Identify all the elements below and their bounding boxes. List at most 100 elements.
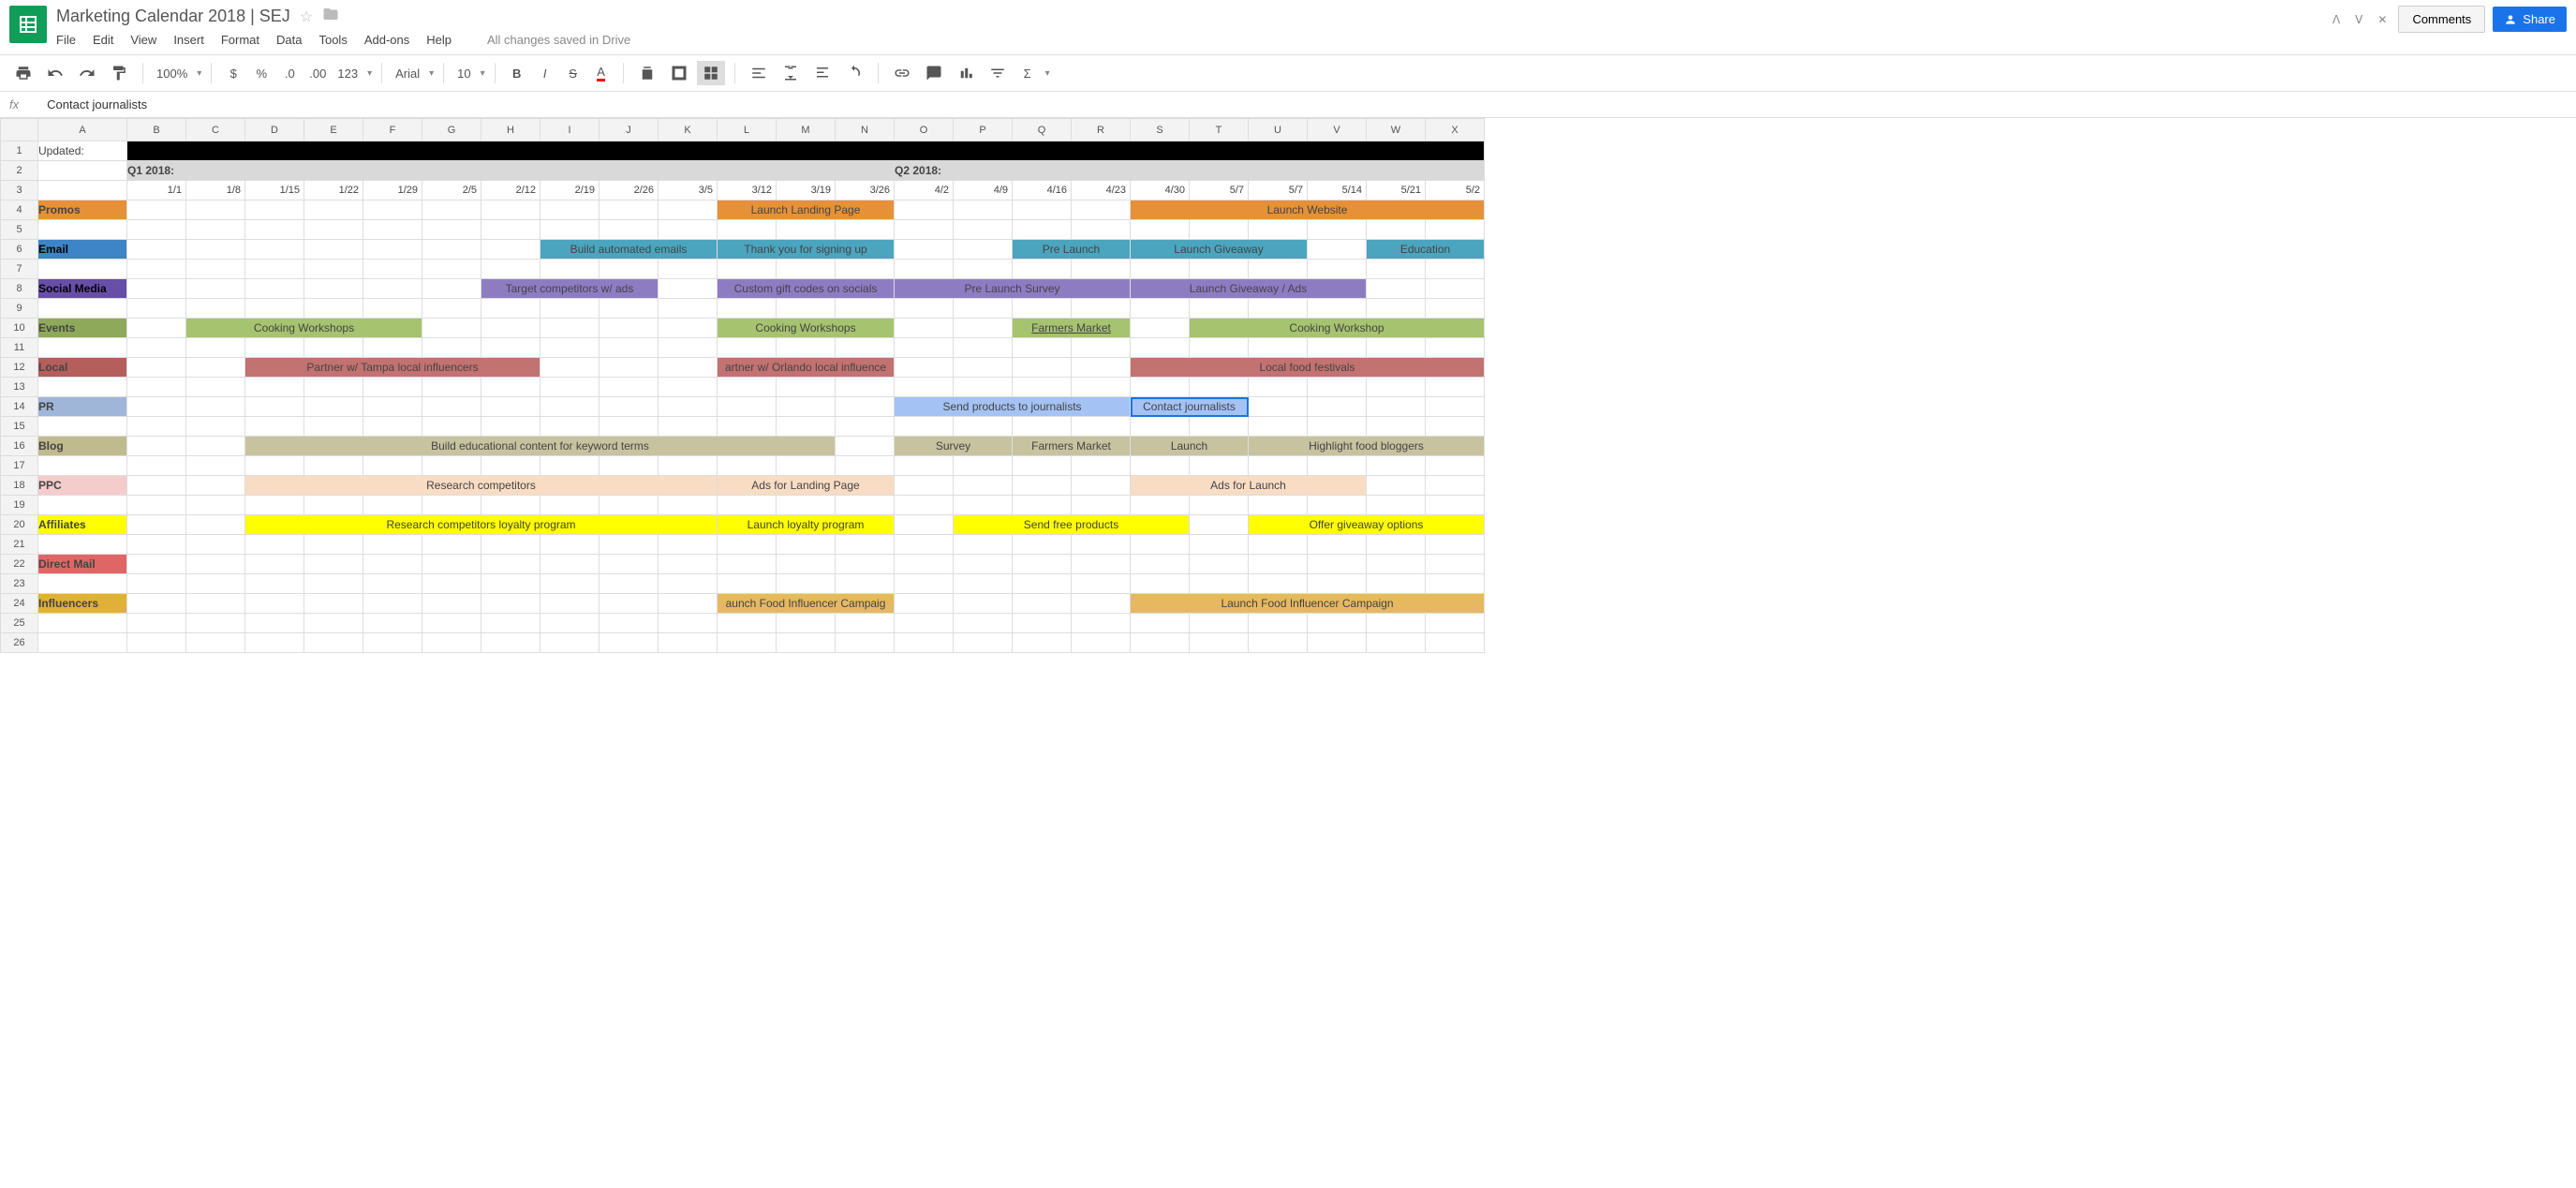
cell-A1[interactable]: Updated: [38, 141, 127, 161]
cell-B25[interactable] [127, 614, 186, 633]
cell-H24[interactable] [481, 594, 540, 614]
cell-Q15[interactable] [1013, 417, 1072, 437]
cell-J10[interactable] [600, 319, 659, 338]
cell-O20[interactable] [895, 515, 954, 535]
menu-edit[interactable]: Edit [93, 33, 113, 47]
bar-pr-S[interactable]: Contact journalists [1131, 397, 1249, 417]
cell-C4[interactable] [186, 200, 245, 220]
cell-E17[interactable] [304, 456, 363, 476]
bar-influencers-L[interactable]: aunch Food Influencer Campaig [718, 594, 895, 614]
cell-V23[interactable] [1308, 574, 1367, 594]
cell-K25[interactable] [659, 614, 718, 633]
col-head-X[interactable]: X [1426, 119, 1485, 141]
cell-T5[interactable] [1190, 220, 1249, 240]
bar-email-I[interactable]: Build automated emails [540, 240, 718, 260]
cell-F25[interactable] [363, 614, 422, 633]
italic-icon[interactable]: I [533, 61, 557, 85]
cell-L25[interactable] [718, 614, 777, 633]
cell-H6[interactable] [481, 240, 540, 260]
date-V[interactable]: 5/14 [1308, 181, 1367, 200]
cell-E21[interactable] [304, 535, 363, 555]
cell-S26[interactable] [1131, 633, 1190, 653]
cell-B5[interactable] [127, 220, 186, 240]
cell-E13[interactable] [304, 378, 363, 397]
cell-N14[interactable] [836, 397, 895, 417]
cell-N17[interactable] [836, 456, 895, 476]
cell-S17[interactable] [1131, 456, 1190, 476]
cell-O22[interactable] [895, 555, 954, 574]
cell-W11[interactable] [1367, 338, 1426, 358]
cell-F15[interactable] [363, 417, 422, 437]
cell-X22[interactable] [1426, 555, 1485, 574]
cell-N13[interactable] [836, 378, 895, 397]
cell-M22[interactable] [777, 555, 836, 574]
col-head-W[interactable]: W [1367, 119, 1426, 141]
category-ppc[interactable]: PPC [38, 476, 127, 496]
cell-W7[interactable] [1367, 260, 1426, 279]
cell-K11[interactable] [659, 338, 718, 358]
cell-N9[interactable] [836, 299, 895, 319]
cell-E7[interactable] [304, 260, 363, 279]
halign-icon[interactable] [745, 61, 773, 85]
menu-help[interactable]: Help [426, 33, 452, 47]
cell-S10[interactable] [1131, 319, 1190, 338]
cell-A26[interactable] [38, 633, 127, 653]
cell-E9[interactable] [304, 299, 363, 319]
cell-U14[interactable] [1249, 397, 1308, 417]
cell-W21[interactable] [1367, 535, 1426, 555]
cell-N26[interactable] [836, 633, 895, 653]
cell-C6[interactable] [186, 240, 245, 260]
date-X[interactable]: 5/2 [1426, 181, 1485, 200]
cell-Q5[interactable] [1013, 220, 1072, 240]
cell-W5[interactable] [1367, 220, 1426, 240]
cell-I23[interactable] [540, 574, 600, 594]
cell-F26[interactable] [363, 633, 422, 653]
cell-G4[interactable] [422, 200, 481, 220]
row-head-17[interactable]: 17 [1, 456, 38, 476]
redo-icon[interactable] [73, 61, 101, 85]
cell-H7[interactable] [481, 260, 540, 279]
cell-W26[interactable] [1367, 633, 1426, 653]
cell-R7[interactable] [1072, 260, 1131, 279]
cell-N5[interactable] [836, 220, 895, 240]
cell-I24[interactable] [540, 594, 600, 614]
cell-V26[interactable] [1308, 633, 1367, 653]
cell-V17[interactable] [1308, 456, 1367, 476]
cell-F14[interactable] [363, 397, 422, 417]
cell-S11[interactable] [1131, 338, 1190, 358]
cell-V11[interactable] [1308, 338, 1367, 358]
cell-X13[interactable] [1426, 378, 1485, 397]
row-head-7[interactable]: 7 [1, 260, 38, 279]
cell-Q11[interactable] [1013, 338, 1072, 358]
cell-C8[interactable] [186, 279, 245, 299]
fill-color-icon[interactable] [633, 61, 661, 85]
cell-M5[interactable] [777, 220, 836, 240]
cell-C13[interactable] [186, 378, 245, 397]
cell-G10[interactable] [422, 319, 481, 338]
cell-B11[interactable] [127, 338, 186, 358]
cell-Q4[interactable] [1013, 200, 1072, 220]
col-head-M[interactable]: M [777, 119, 836, 141]
cell-P6[interactable] [954, 240, 1013, 260]
chevron-up-icon[interactable]: ᐱ [2329, 9, 2344, 30]
cell-W13[interactable] [1367, 378, 1426, 397]
bar-blog-D[interactable]: Build educational content for keyword te… [245, 437, 836, 456]
cell-O19[interactable] [895, 496, 954, 515]
cell-R23[interactable] [1072, 574, 1131, 594]
cell-R13[interactable] [1072, 378, 1131, 397]
row-head-21[interactable]: 21 [1, 535, 38, 555]
cell-H26[interactable] [481, 633, 540, 653]
print-icon[interactable] [9, 61, 37, 85]
doc-title[interactable]: Marketing Calendar 2018 | SEJ [56, 7, 290, 26]
date-D[interactable]: 1/15 [245, 181, 304, 200]
cell-I7[interactable] [540, 260, 600, 279]
cell-R5[interactable] [1072, 220, 1131, 240]
strikethrough-icon[interactable]: S [561, 61, 585, 85]
date-T[interactable]: 5/7 [1190, 181, 1249, 200]
cell-K23[interactable] [659, 574, 718, 594]
date-K[interactable]: 3/5 [659, 181, 718, 200]
bar-promos-L[interactable]: Launch Landing Page [718, 200, 895, 220]
cell-W14[interactable] [1367, 397, 1426, 417]
cell-R4[interactable] [1072, 200, 1131, 220]
cell-W23[interactable] [1367, 574, 1426, 594]
